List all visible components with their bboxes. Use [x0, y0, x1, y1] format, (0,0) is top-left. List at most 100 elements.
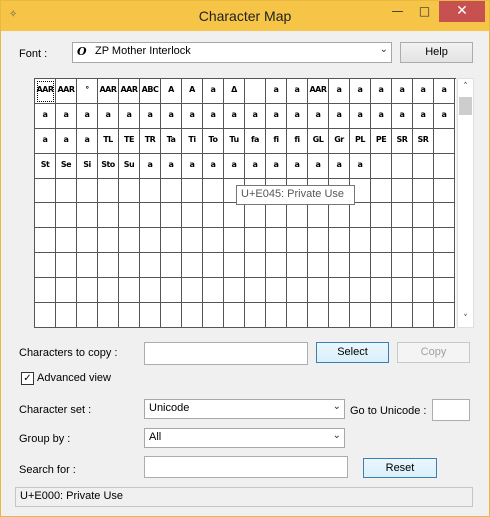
character-cell[interactable] [56, 303, 77, 328]
character-cell[interactable]: a [392, 79, 413, 104]
character-cell[interactable] [182, 278, 203, 304]
character-cell[interactable] [392, 303, 413, 328]
copy-button[interactable]: Copy [397, 342, 470, 363]
character-cell[interactable]: fi [266, 128, 287, 154]
character-cell[interactable]: AAR [308, 79, 329, 104]
character-set-dropdown[interactable]: Unicode ⌄ [144, 399, 345, 419]
character-cell[interactable] [119, 303, 140, 328]
character-cell[interactable] [245, 253, 266, 279]
character-cell[interactable] [308, 303, 329, 328]
character-cell[interactable]: a [98, 103, 119, 129]
character-cell[interactable] [98, 253, 119, 279]
character-cell[interactable]: a [161, 153, 182, 179]
character-cell[interactable]: PL [350, 128, 371, 154]
character-cell[interactable]: a [371, 79, 392, 104]
character-cell[interactable]: TR [140, 128, 161, 154]
character-cell[interactable] [350, 303, 371, 328]
character-cell[interactable]: a [266, 103, 287, 129]
character-cell[interactable]: Tu [224, 128, 245, 154]
character-cell[interactable]: AAR [56, 79, 77, 104]
character-cell[interactable]: a [266, 79, 287, 104]
character-cell[interactable] [161, 253, 182, 279]
character-cell[interactable] [266, 203, 287, 229]
character-cell[interactable] [308, 253, 329, 279]
character-cell[interactable] [434, 203, 455, 229]
help-button[interactable]: Help [400, 42, 473, 63]
character-cell[interactable] [140, 228, 161, 254]
character-cell[interactable]: TL [98, 128, 119, 154]
scroll-up-icon[interactable]: ˄ [458, 79, 473, 95]
character-cell[interactable] [77, 178, 98, 204]
character-cell[interactable]: TE [119, 128, 140, 154]
character-cell[interactable] [413, 178, 434, 204]
character-cell[interactable] [98, 178, 119, 204]
character-cell[interactable]: a [77, 128, 98, 154]
character-cell[interactable] [329, 303, 350, 328]
scroll-thumb[interactable] [459, 97, 472, 115]
character-cell[interactable] [308, 228, 329, 254]
character-cell[interactable] [56, 253, 77, 279]
character-cell[interactable]: a [350, 79, 371, 104]
character-cell[interactable]: Ta [161, 128, 182, 154]
advanced-view-label[interactable]: Advanced view [37, 372, 111, 384]
character-cell[interactable]: a [35, 128, 56, 154]
character-cell[interactable] [224, 203, 245, 229]
character-cell[interactable] [392, 228, 413, 254]
character-cell[interactable] [182, 228, 203, 254]
character-cell[interactable]: fi [287, 128, 308, 154]
character-cell[interactable] [350, 278, 371, 304]
character-cell[interactable]: PE [371, 128, 392, 154]
character-cell[interactable]: a [350, 153, 371, 179]
character-cell[interactable] [350, 253, 371, 279]
character-cell[interactable] [434, 153, 455, 179]
character-cell[interactable] [392, 253, 413, 279]
character-cell[interactable] [329, 253, 350, 279]
character-cell[interactable] [182, 303, 203, 328]
character-cell[interactable]: a [161, 103, 182, 129]
character-cell[interactable] [392, 178, 413, 204]
character-cell[interactable] [140, 203, 161, 229]
character-cell[interactable] [77, 278, 98, 304]
character-cell[interactable] [413, 303, 434, 328]
character-cell[interactable]: a [56, 103, 77, 129]
character-cell[interactable]: AAR [35, 79, 56, 104]
character-cell[interactable] [77, 253, 98, 279]
character-cell[interactable]: a [329, 103, 350, 129]
character-cell[interactable]: SR [392, 128, 413, 154]
character-cell[interactable] [119, 203, 140, 229]
character-cell[interactable]: a [140, 103, 161, 129]
character-cell[interactable] [371, 178, 392, 204]
character-cell[interactable]: a [182, 103, 203, 129]
character-cell[interactable]: a [287, 79, 308, 104]
font-dropdown[interactable]: O ZP Mother Interlock ⌄ [72, 42, 392, 63]
character-cell[interactable]: a [224, 153, 245, 179]
character-cell[interactable] [413, 278, 434, 304]
character-cell[interactable]: a [350, 103, 371, 129]
character-cell[interactable] [182, 178, 203, 204]
character-cell[interactable] [98, 228, 119, 254]
reset-button[interactable]: Reset [363, 458, 437, 478]
character-cell[interactable] [77, 303, 98, 328]
character-cell[interactable] [35, 303, 56, 328]
character-cell[interactable] [434, 303, 455, 328]
character-cell[interactable]: a [287, 153, 308, 179]
character-cell[interactable]: a [371, 103, 392, 129]
maximize-button[interactable]: □ [411, 1, 438, 22]
character-cell[interactable] [119, 228, 140, 254]
character-cell[interactable] [98, 278, 119, 304]
character-cell[interactable]: A [161, 79, 182, 104]
character-cell[interactable] [434, 253, 455, 279]
character-cell[interactable]: a [413, 79, 434, 104]
character-cell[interactable] [119, 278, 140, 304]
character-cell[interactable] [371, 303, 392, 328]
character-cell[interactable] [266, 228, 287, 254]
character-cell[interactable]: a [203, 153, 224, 179]
character-cell[interactable] [329, 278, 350, 304]
character-cell[interactable] [35, 178, 56, 204]
character-cell[interactable] [203, 228, 224, 254]
grid-scrollbar[interactable]: ˄ ˅ [457, 78, 474, 328]
character-cell[interactable] [245, 203, 266, 229]
character-cell[interactable] [287, 253, 308, 279]
character-cell[interactable] [392, 278, 413, 304]
character-cell[interactable]: a [182, 153, 203, 179]
